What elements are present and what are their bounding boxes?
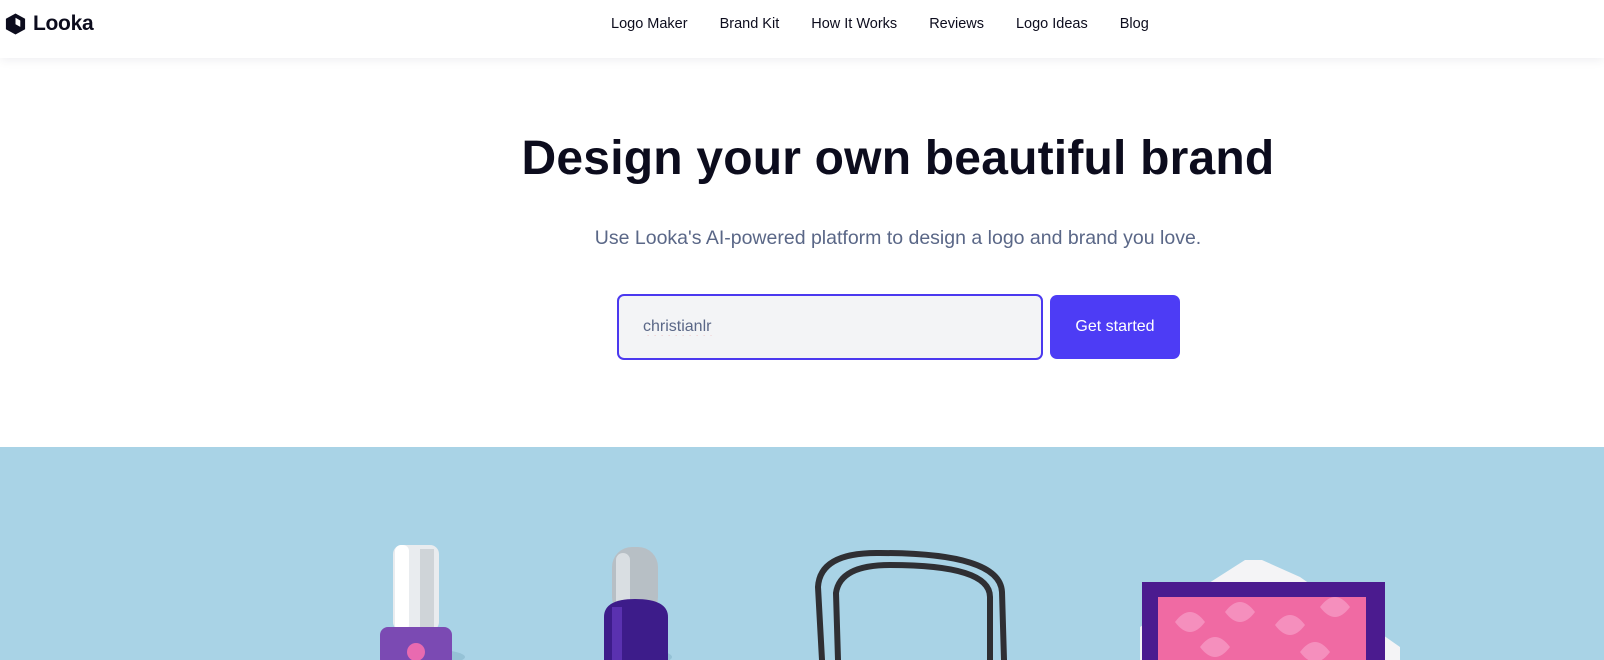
nav-reviews[interactable]: Reviews — [929, 16, 984, 32]
nav-blog[interactable]: Blog — [1120, 16, 1149, 32]
nav-logo-maker[interactable]: Logo Maker — [611, 16, 688, 32]
stationery-card — [1140, 560, 1400, 660]
hero-title: Design your own beautiful brand — [521, 132, 1275, 185]
nav-brand-kit[interactable]: Brand Kit — [720, 16, 780, 32]
nail-polish-bottle — [380, 545, 465, 660]
looka-hexagon-logo-icon — [5, 13, 26, 35]
spray-bottle — [604, 547, 672, 660]
get-started-button[interactable]: Get started — [1050, 295, 1180, 359]
site-header: Looka Logo Maker Brand Kit How It Works … — [0, 0, 1604, 58]
page: Looka Logo Maker Brand Kit How It Works … — [0, 0, 1604, 660]
brand-products-photo — [380, 545, 1400, 660]
brand-logo-link[interactable]: Looka — [4, 10, 94, 38]
company-name-input[interactable] — [617, 294, 1043, 360]
brand-mockup-banner — [0, 447, 1604, 660]
brand-name: Looka — [33, 12, 94, 35]
main-nav: Logo Maker Brand Kit How It Works Review… — [611, 0, 1149, 48]
shopping-bag — [814, 549, 1007, 660]
nav-logo-ideas[interactable]: Logo Ideas — [1016, 16, 1088, 32]
nav-how-it-works[interactable]: How It Works — [811, 16, 897, 32]
hero-subtitle: Use Looka's AI-powered platform to desig… — [594, 227, 1202, 249]
